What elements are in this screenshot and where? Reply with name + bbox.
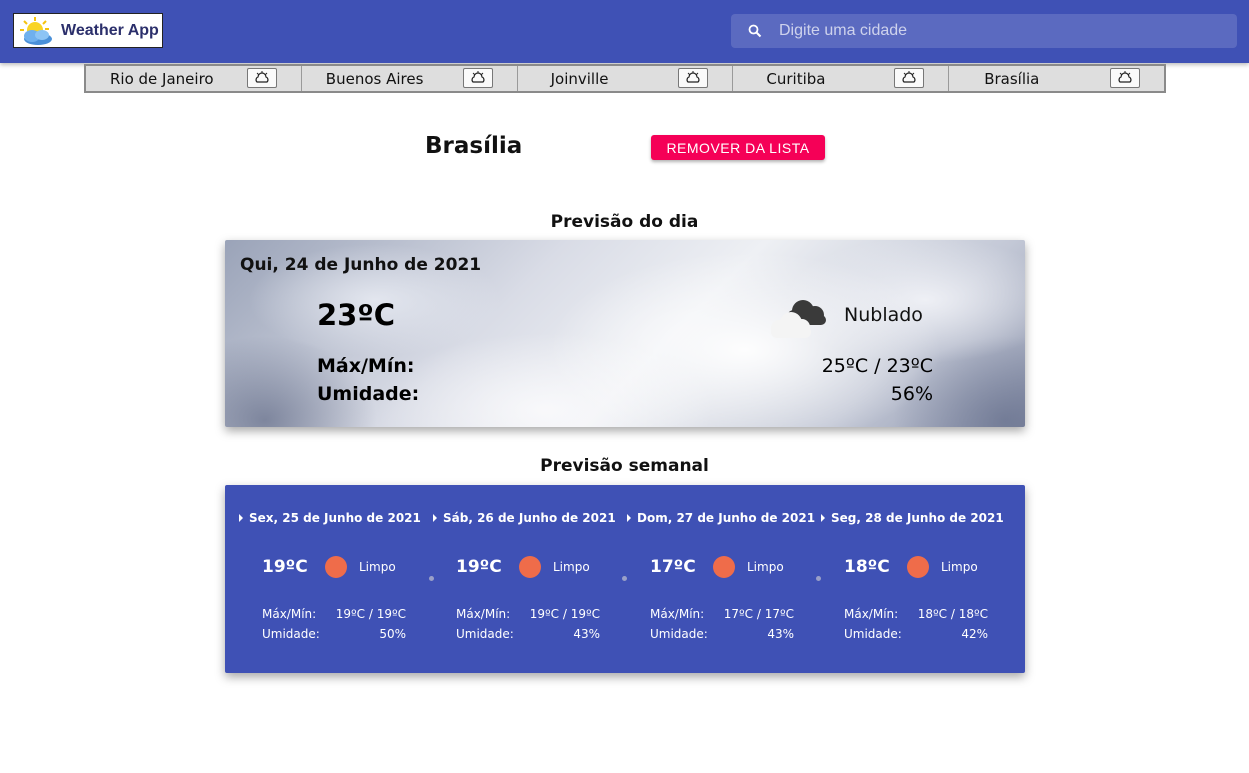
search-input[interactable]	[779, 22, 1219, 40]
forecast-day[interactable]: Dom, 27 de Junho de 2021 17ºC Limpo Máx/…	[613, 485, 815, 673]
city-tab-label[interactable]: Rio de Janeiro	[110, 70, 214, 88]
day-condition: Limpo	[941, 560, 978, 574]
weekly-forecast-card: Sex, 25 de Junho de 2021 19ºC Limpo Máx/…	[225, 485, 1025, 673]
day-condition: Limpo	[359, 560, 396, 574]
maxmin-label: Máx/Mín:	[456, 607, 511, 621]
remove-city-button[interactable]: REMOVER DA LISTA	[651, 135, 825, 160]
day-humidity-row: Umidade: 42%	[844, 627, 988, 641]
day-date[interactable]: Seg, 28 de Junho de 2021	[821, 511, 1004, 525]
maxmin-value: 19ºC / 19ºC	[529, 607, 600, 621]
today-humidity-row: Umidade: 56%	[317, 383, 933, 405]
day-maxmin-row: Máx/Mín: 19ºC / 19ºC	[456, 607, 600, 621]
city-tab-label[interactable]: Curitiba	[766, 70, 825, 88]
city-tab-rio-de-janeiro[interactable]: Rio de Janeiro	[86, 66, 302, 91]
city-tab-label[interactable]: Joinville	[551, 70, 609, 88]
weather-icon[interactable]	[1109, 68, 1140, 88]
city-title: Brasília	[425, 133, 523, 159]
humidity-value: 50%	[379, 627, 406, 641]
today-date: Qui, 24 de Junho de 2021	[240, 255, 482, 275]
day-temperature: 17ºC	[650, 557, 696, 577]
today-section-title: Previsão do dia	[550, 212, 699, 232]
day-maxmin-row: Máx/Mín: 17ºC / 17ºC	[650, 607, 794, 621]
humidity-label: Umidade:	[844, 627, 902, 641]
search-icon	[731, 14, 779, 48]
maxmin-value: 18ºC / 18ºC	[917, 607, 988, 621]
humidity-value: 43%	[767, 627, 794, 641]
today-temperature: 23ºC	[317, 298, 395, 332]
cloud-icon	[767, 295, 833, 339]
weather-icon[interactable]	[894, 68, 925, 88]
sun-icon	[713, 556, 735, 578]
sun-icon	[907, 556, 929, 578]
maxmin-value: 25ºC / 23ºC	[821, 355, 933, 377]
app-bar: Weather App	[0, 0, 1249, 63]
app-title: Weather App	[61, 21, 159, 39]
day-temperature: 19ºC	[456, 557, 502, 577]
sun-icon	[519, 556, 541, 578]
day-maxmin-row: Máx/Mín: 19ºC / 19ºC	[262, 607, 406, 621]
maxmin-value: 19ºC / 19ºC	[335, 607, 406, 621]
today-forecast-card: Qui, 24 de Junho de 2021 23ºC Nublado Má…	[225, 240, 1025, 427]
search-box[interactable]	[731, 14, 1237, 48]
humidity-value: 43%	[573, 627, 600, 641]
humidity-value: 42%	[961, 627, 988, 641]
weather-icon[interactable]	[246, 68, 277, 88]
day-condition: Limpo	[747, 560, 784, 574]
humidity-label: Umidade:	[456, 627, 514, 641]
maxmin-value: 17ºC / 17ºC	[723, 607, 794, 621]
day-temperature: 18ºC	[844, 557, 890, 577]
maxmin-label: Máx/Mín:	[262, 607, 317, 621]
day-humidity-row: Umidade: 43%	[650, 627, 794, 641]
forecast-day[interactable]: Seg, 28 de Junho de 2021 18ºC Limpo Máx/…	[807, 485, 1004, 673]
city-tab-label[interactable]: Brasília	[984, 70, 1039, 88]
city-tabs: Rio de Janeiro Buenos Aires Joinville Cu…	[84, 64, 1166, 93]
humidity-label: Umidade:	[650, 627, 708, 641]
sun-cloud-logo-icon	[18, 15, 56, 47]
day-date[interactable]: Dom, 27 de Junho de 2021	[626, 511, 815, 525]
humidity-value: 56%	[890, 383, 933, 405]
weather-icon[interactable]	[678, 68, 709, 88]
city-tab-label[interactable]: Buenos Aires	[326, 70, 424, 88]
brand[interactable]: Weather App	[13, 13, 163, 48]
day-date[interactable]: Sex, 25 de Junho de 2021	[239, 511, 421, 525]
weather-icon[interactable]	[462, 68, 493, 88]
humidity-label: Umidade:	[262, 627, 320, 641]
day-date[interactable]: Sáb, 26 de Junho de 2021	[433, 511, 616, 525]
week-section-title: Previsão semanal	[540, 456, 709, 476]
forecast-day[interactable]: Sáb, 26 de Junho de 2021 19ºC Limpo Máx/…	[419, 485, 616, 673]
maxmin-label: Máx/Mín:	[844, 607, 899, 621]
day-humidity-row: Umidade: 50%	[262, 627, 406, 641]
city-tab-joinville[interactable]: Joinville	[518, 66, 734, 91]
today-condition: Nublado	[844, 304, 923, 326]
sun-icon	[325, 556, 347, 578]
today-maxmin-row: Máx/Mín: 25ºC / 23ºC	[317, 355, 933, 377]
forecast-day[interactable]: Sex, 25 de Junho de 2021 19ºC Limpo Máx/…	[225, 485, 421, 673]
day-temperature: 19ºC	[262, 557, 308, 577]
city-tab-buenos-aires[interactable]: Buenos Aires	[302, 66, 518, 91]
humidity-label: Umidade:	[317, 383, 420, 405]
maxmin-label: Máx/Mín:	[650, 607, 705, 621]
day-condition: Limpo	[553, 560, 590, 574]
day-maxmin-row: Máx/Mín: 18ºC / 18ºC	[844, 607, 988, 621]
city-tab-brasilia[interactable]: Brasília	[949, 66, 1164, 91]
city-tab-curitiba[interactable]: Curitiba	[733, 66, 950, 91]
day-humidity-row: Umidade: 43%	[456, 627, 600, 641]
maxmin-label: Máx/Mín:	[317, 355, 415, 377]
